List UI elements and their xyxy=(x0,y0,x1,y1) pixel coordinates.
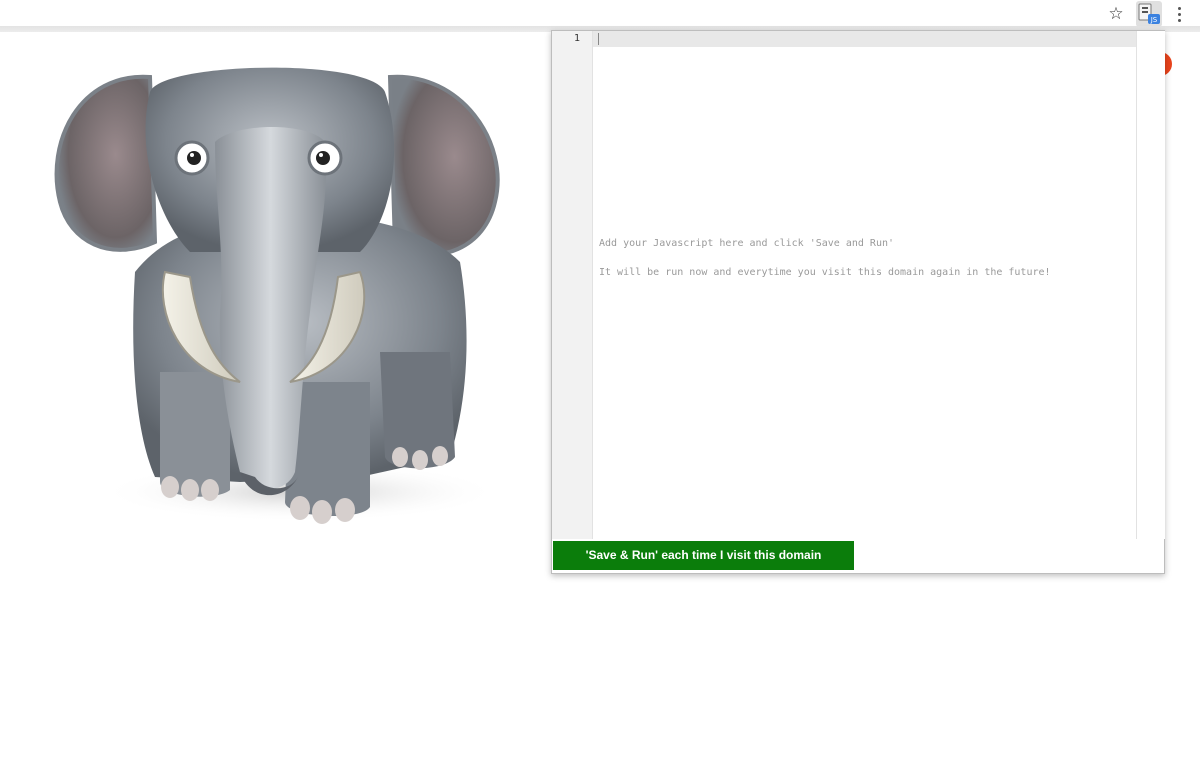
save-and-run-button[interactable]: 'Save & Run' each time I visit this doma… xyxy=(553,541,854,570)
svg-text:JS: JS xyxy=(1150,16,1158,24)
star-icon[interactable]: ☆ xyxy=(1106,4,1126,24)
extension-icon[interactable]: JS xyxy=(1136,1,1162,27)
browser-toolbar: ☆ JS xyxy=(0,0,1200,28)
line-number: 1 xyxy=(573,33,580,44)
code-editor[interactable]: 1 Add your Javascript here and click 'Sa… xyxy=(552,31,1136,539)
editor-scrollbar[interactable] xyxy=(1136,31,1165,539)
line-number-gutter: 1 xyxy=(552,31,593,539)
script-editor-popup: 1 Add your Javascript here and click 'Sa… xyxy=(551,30,1165,574)
editor-placeholder-line-2: It will be run now and everytime you vis… xyxy=(599,267,1051,278)
text-cursor xyxy=(598,33,599,45)
editor-placeholder-line-1: Add your Javascript here and click 'Save… xyxy=(599,238,895,249)
elephant-image xyxy=(54,67,500,524)
active-line-highlight xyxy=(552,31,1136,47)
vertical-dots-menu-icon[interactable] xyxy=(1172,4,1186,24)
